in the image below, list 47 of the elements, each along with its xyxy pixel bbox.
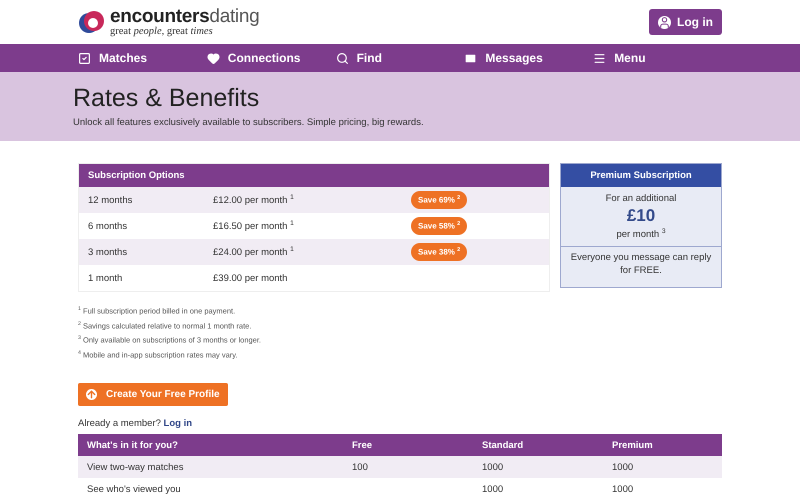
envelope-icon xyxy=(464,52,478,64)
premium-price: £10 xyxy=(626,206,656,226)
price-cell-text: £39.00 per month xyxy=(213,272,288,284)
page-subtitle: Unlock all features exclusively available to subscribers. Simple pricing, big rewards. xyxy=(73,117,425,128)
nav-item[interactable]: Connections xyxy=(206,44,336,72)
savings-badge: Save 58% $^{2}$ xyxy=(411,217,468,235)
table-cell-text: 1000 xyxy=(482,484,504,494)
nav-item[interactable]: Matches xyxy=(78,44,207,72)
nav-item[interactable]: Messages xyxy=(464,44,594,72)
checkbox-icon xyxy=(78,52,91,64)
price-cell-text: £24.00 per month $^{1}$ xyxy=(213,246,295,258)
table-header: Subscription Options xyxy=(79,164,550,187)
savings-badge: Save 38% $^{2}$ xyxy=(411,243,468,261)
search-icon xyxy=(336,52,349,64)
table-cell-text: View two-way matches xyxy=(87,462,184,472)
column-header: Standard xyxy=(482,440,524,450)
logo-icon xyxy=(78,8,106,36)
premium-lead: For an additional xyxy=(606,193,676,204)
savings-badge: Save 69% $^{2}$ xyxy=(411,191,468,209)
login-button[interactable]: Log in xyxy=(649,9,722,35)
table-cell-text: See who's viewed you xyxy=(87,484,182,494)
price-cell-text: £12.00 per month $^{1}$ xyxy=(213,194,295,206)
heart-icon xyxy=(206,52,220,64)
column-header: What's in it for you? xyxy=(87,440,179,450)
column-header: Premium xyxy=(612,440,654,450)
menu-icon xyxy=(593,52,606,64)
nav-item[interactable]: Find xyxy=(336,44,464,72)
brand-name: encountersdating xyxy=(110,6,260,26)
column-header: Free xyxy=(352,440,374,450)
tagline: great people, great times xyxy=(110,26,213,38)
page-title: Rates & Benefits xyxy=(73,84,260,113)
nav-item[interactable]: Menu xyxy=(593,44,722,72)
member-text: Already a member? xyxy=(78,418,161,429)
user-icon xyxy=(658,16,671,28)
premium-note: Everyone you message can reply for FREE. xyxy=(570,251,712,278)
term-cell-text: 12 months xyxy=(88,194,134,206)
table-cell-text: 1000 xyxy=(612,462,634,472)
login-link[interactable]: Log in xyxy=(164,418,192,429)
table-cell-text: 100 xyxy=(352,462,369,472)
term-cell-text: 6 months xyxy=(88,220,128,232)
price-cell-text: £16.50 per month $^{1}$ xyxy=(213,220,295,232)
table-cell-text: 1000 xyxy=(612,484,634,494)
term-cell-text: 1 month xyxy=(88,272,124,284)
table-cell-text: 1000 xyxy=(482,462,504,472)
premium-heading: Premium Subscription xyxy=(561,164,721,187)
premium-period: per month $^{3}$ xyxy=(616,228,666,240)
term-cell-text: 3 months xyxy=(88,246,128,258)
